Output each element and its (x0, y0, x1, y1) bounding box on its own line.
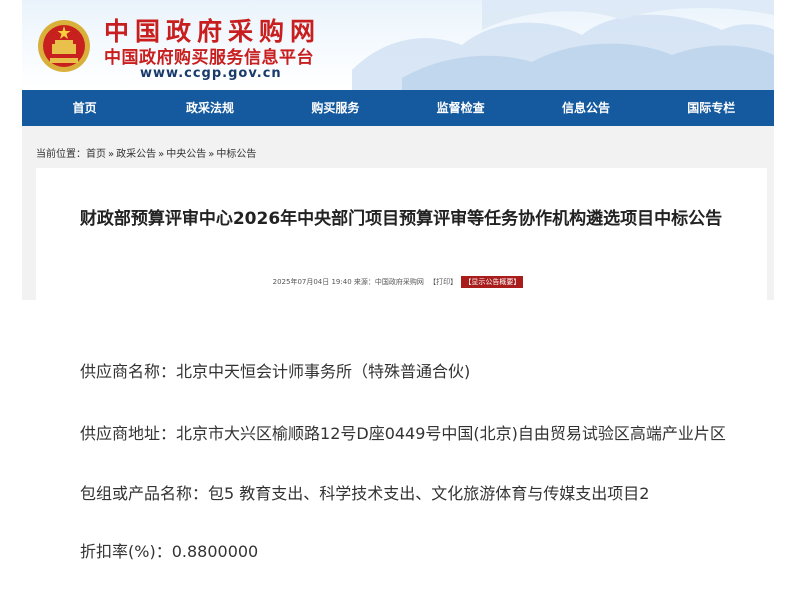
breadcrumb-separator: » (108, 149, 115, 160)
field-label: 包组或产品名称： (80, 484, 209, 503)
supplier-address-row: 供应商地址：北京市大兴区榆顺路12号D座0449号中国(北京)自由贸易试验区高端… (80, 420, 726, 444)
breadcrumb-item-home[interactable]: 首页 (86, 149, 106, 160)
supplier-address-value: 北京市大兴区榆顺路12号D座0449号中国(北京)自由贸易试验区高端产业片区 (176, 424, 726, 443)
article-title: 财政部预算评审中心2026年中央部门项目预算评审等任务协作机构遴选项目中标公告 (79, 209, 723, 229)
supplier-name-row: 供应商名称：北京中天恒会计师事务所（特殊普通合伙) (80, 358, 470, 382)
supplier-name-value: 北京中天恒会计师事务所（特殊普通合伙) (176, 362, 471, 381)
breadcrumb-item-central[interactable]: 中央公告 (166, 149, 206, 160)
site-url: www.ccgp.gov.cn (140, 66, 282, 81)
field-label: 折扣率(%)： (80, 542, 172, 561)
breadcrumb-separator: » (158, 149, 165, 160)
article-source: 来源：中国政府采购网 (353, 278, 424, 286)
package-name-value: 包5 教育支出、科学技术支出、文化旅游体育与传媒支出项目2 (208, 484, 650, 503)
nav-item-supervision[interactable]: 监督检查 (398, 90, 523, 126)
breadcrumb-prefix: 当前位置： (36, 149, 86, 160)
nav-item-announcements[interactable]: 信息公告 (523, 90, 648, 126)
national-emblem-icon (38, 20, 90, 72)
breadcrumb-item-announcements[interactable]: 政采公告 (116, 149, 156, 160)
nav-item-home[interactable]: 首页 (22, 90, 147, 126)
site-banner: 中国政府采购网 中国政府购买服务信息平台 www.ccgp.gov.cn (22, 0, 774, 90)
discount-rate-value: 0.8800000 (171, 542, 259, 561)
page: 中国政府采购网 中国政府购买服务信息平台 www.ccgp.gov.cn 首页 … (0, 0, 796, 602)
article-datetime: 2025年07月04日 19:40 (272, 278, 352, 286)
main-nav: 首页 政采法规 购买服务 监督检查 信息公告 国际专栏 (22, 90, 774, 126)
breadcrumb-separator: » (208, 149, 215, 160)
breadcrumb: 当前位置：首页» 政采公告» 中央公告» 中标公告 (36, 145, 256, 160)
field-label: 供应商名称： (80, 362, 177, 381)
print-link[interactable]: 【打印】 (429, 278, 457, 286)
breadcrumb-item-award[interactable]: 中标公告 (216, 149, 256, 160)
site-subtitle: 中国政府购买服务信息平台 (104, 48, 314, 68)
article-meta: 2025年07月04日 19:40 来源：中国政府采购网 【打印】 【显示公告概… (0, 276, 796, 288)
package-name-row: 包组或产品名称：包5 教育支出、科学技术支出、文化旅游体育与传媒支出项目2 (80, 480, 649, 504)
nav-item-purchase-services[interactable]: 购买服务 (273, 90, 398, 126)
nav-item-international[interactable]: 国际专栏 (649, 90, 774, 126)
field-label: 供应商地址： (80, 424, 177, 443)
show-summary-button[interactable]: 【显示公告概要】 (461, 276, 524, 288)
discount-rate-row: 折扣率(%)：0.8800000 (80, 538, 258, 562)
nav-item-regulations[interactable]: 政采法规 (147, 90, 272, 126)
